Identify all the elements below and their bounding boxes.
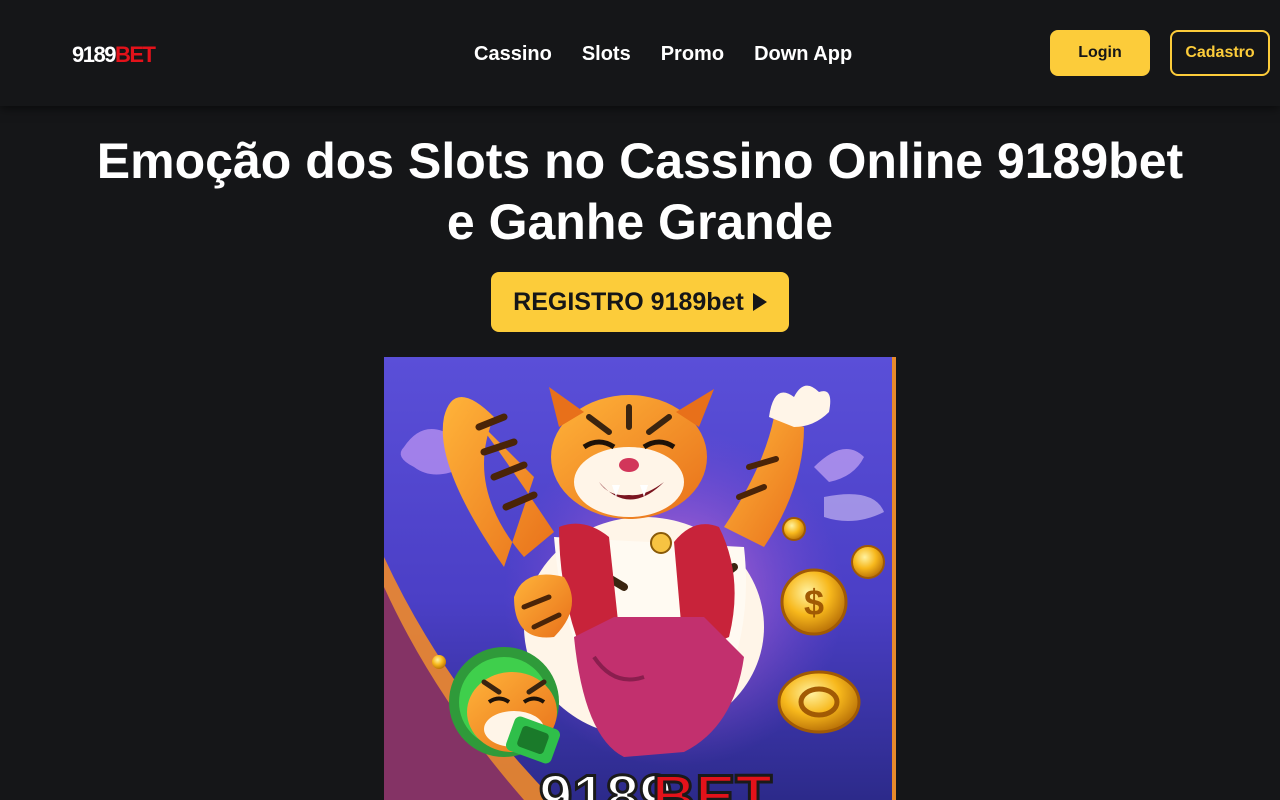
- main-nav: Cassino Slots Promo Down App: [474, 40, 852, 68]
- svg-text:$: $: [804, 582, 824, 623]
- nav-link-cassino[interactable]: Cassino: [474, 40, 552, 68]
- registro-cta-label: REGISTRO 9189bet: [513, 287, 744, 316]
- fortune-tiger-banner-image[interactable]: $ 9189 BET: [384, 357, 896, 800]
- site-header: 9189BET Cassino Slots Promo Down App Log…: [0, 0, 1280, 106]
- nav-link-promo[interactable]: Promo: [661, 40, 724, 68]
- registro-cta-button[interactable]: REGISTRO 9189bet: [491, 272, 789, 332]
- hero-title: Emoção dos Slots no Cassino Online 9189b…: [96, 133, 1184, 250]
- logo-number: 9189: [72, 42, 116, 67]
- logo-suffix: BET: [114, 42, 156, 67]
- site-logo[interactable]: 9189BET: [72, 41, 156, 69]
- play-icon: [752, 293, 767, 311]
- svg-text:BET: BET: [652, 763, 772, 800]
- nav-link-down-app[interactable]: Down App: [754, 40, 852, 68]
- cadastro-button[interactable]: Cadastro: [1170, 30, 1270, 76]
- nav-link-slots[interactable]: Slots: [582, 40, 631, 68]
- login-button[interactable]: Login: [1050, 30, 1150, 76]
- banner-illustration: $ 9189 BET: [384, 357, 896, 800]
